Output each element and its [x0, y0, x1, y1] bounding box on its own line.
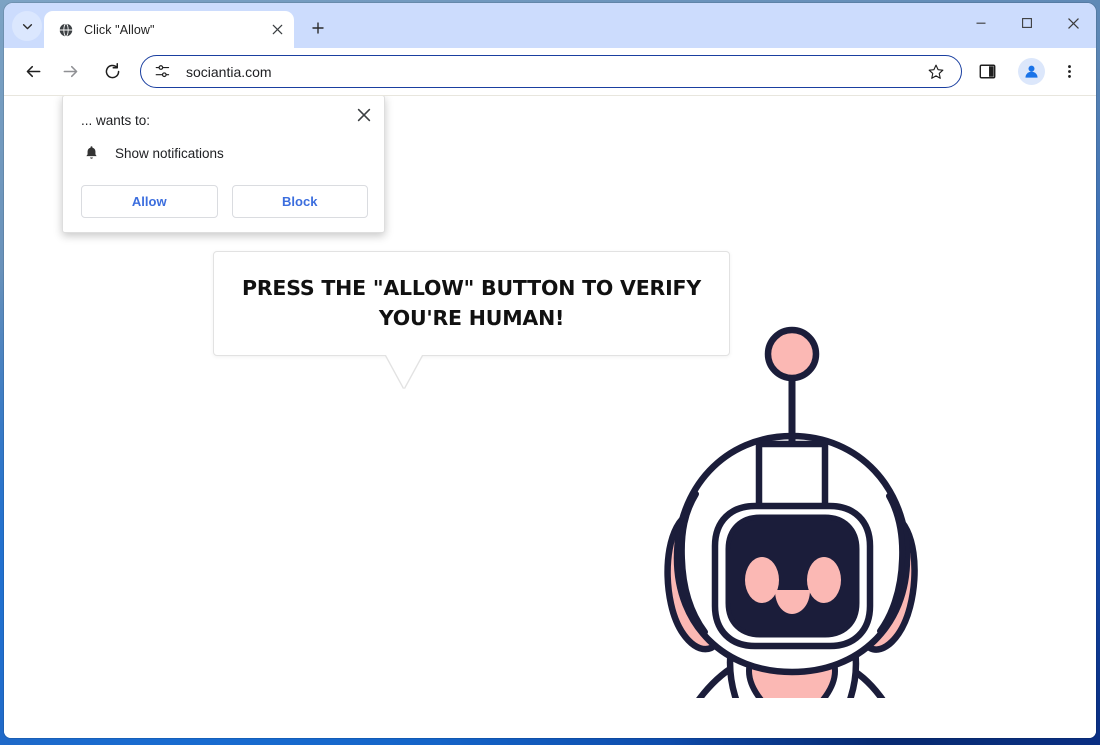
window-maximize-button[interactable] — [1004, 3, 1050, 43]
tune-sliders-icon[interactable] — [153, 62, 172, 81]
close-icon — [272, 24, 282, 35]
notification-permission-dialog: ... wants to: Show notifications Allow B… — [62, 96, 385, 233]
speech-bubble: PRESS THE "ALLOW" BUTTON TO VERIFY YOU'R… — [213, 251, 730, 356]
allow-button[interactable]: Allow — [81, 185, 218, 218]
permission-row: Show notifications — [81, 145, 368, 161]
address-bar[interactable]: sociantia.com — [140, 55, 962, 88]
dialog-close-button[interactable] — [353, 104, 375, 126]
maximize-icon — [1022, 18, 1032, 28]
profile-button[interactable] — [1016, 57, 1046, 87]
speech-bubble-text: PRESS THE "ALLOW" BUTTON TO VERIFY YOU'R… — [242, 276, 701, 330]
window-minimize-button[interactable] — [958, 3, 1004, 43]
tab-title: Click "Allow" — [84, 22, 155, 37]
robot-mascot-illustration — [664, 326, 918, 698]
back-button[interactable] — [18, 57, 48, 87]
chevron-down-icon — [22, 23, 32, 29]
block-button[interactable]: Block — [231, 185, 368, 218]
star-icon[interactable] — [925, 61, 947, 83]
tab-strip: Click "Allow" — [4, 3, 1096, 48]
chrome-menu-button[interactable] — [1054, 57, 1084, 87]
minimize-icon — [976, 22, 986, 24]
browser-tab[interactable]: Click "Allow" — [44, 11, 294, 48]
arrow-right-icon — [63, 65, 77, 78]
page-viewport: ... wants to: Show notifications Allow B… — [4, 96, 1096, 738]
speech-bubble-tail — [386, 355, 422, 388]
permission-label: Show notifications — [115, 145, 224, 161]
browser-window: Click "Allow" sociantia.com ... wants to… — [4, 3, 1096, 738]
close-icon — [357, 108, 371, 122]
side-panel-icon — [979, 64, 995, 79]
globe-icon — [57, 21, 74, 38]
robot-mascot — [649, 318, 919, 698]
close-icon — [1067, 17, 1079, 29]
new-tab-button[interactable] — [303, 13, 333, 43]
side-panel-button[interactable] — [972, 57, 1002, 87]
reload-button[interactable] — [97, 57, 127, 87]
dialog-title: ... wants to: — [81, 113, 151, 128]
dialog-actions: Allow Block — [81, 185, 368, 218]
window-close-button[interactable] — [1050, 3, 1096, 43]
avatar — [1017, 58, 1045, 85]
plus-icon — [312, 22, 324, 34]
tab-close-button[interactable] — [266, 19, 288, 41]
arrow-left-icon — [26, 65, 40, 78]
window-controls — [958, 3, 1096, 43]
three-dots-vertical-icon — [1067, 65, 1071, 78]
tab-search-button[interactable] — [12, 11, 42, 41]
forward-button[interactable] — [55, 57, 85, 87]
reload-icon — [105, 63, 119, 79]
browser-toolbar: sociantia.com — [4, 48, 1096, 96]
address-bar-url: sociantia.com — [186, 63, 272, 80]
person-icon — [1024, 65, 1038, 78]
bell-icon — [81, 145, 101, 161]
